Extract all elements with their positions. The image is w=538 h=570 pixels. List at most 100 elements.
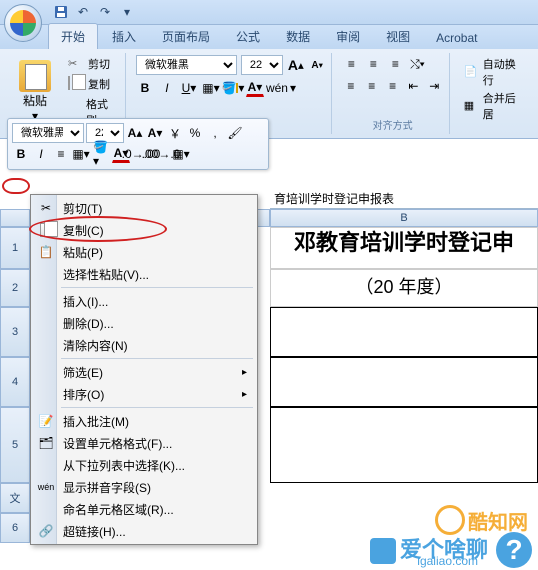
pinyin-button[interactable]: wén [268,79,286,97]
mini-bold[interactable]: B [12,145,30,163]
cell-b1[interactable]: 邓教育培训学时登记申 [270,227,538,269]
mini-percent[interactable]: % [186,124,204,142]
mini-decrease-font[interactable]: A▾ [146,124,164,142]
mini-fill-color[interactable]: 🪣▾ [92,145,110,163]
select-all-corner[interactable] [0,209,30,227]
copy-button[interactable]: 复制 [64,75,119,93]
mini-inc-decimal[interactable]: .00→.0 [152,145,170,163]
mini-italic[interactable]: I [32,145,50,163]
row-header-pinyin[interactable]: 文 [0,483,30,513]
tab-review[interactable]: 审阅 [324,24,372,49]
ctx-filter[interactable]: 筛选(E)▸ [33,361,255,383]
align-middle-button[interactable]: ≡ [364,55,382,73]
tab-insert[interactable]: 插入 [100,24,148,49]
tab-page-layout[interactable]: 页面布局 [150,24,222,49]
tab-data[interactable]: 数据 [274,24,322,49]
cell-b4[interactable] [270,357,538,407]
merge-label: 合并后居 [483,90,524,122]
cut-label: 剪切 [88,56,110,72]
wrap-icon: 📄 [464,65,479,79]
row-header-2[interactable]: 2 [0,269,30,307]
ctx-paste-special[interactable]: 选择性粘贴(V)... [33,263,255,285]
context-menu: ✂剪切(T) 复制(C) 📋粘贴(P) 选择性粘贴(V)... 插入(I)...… [30,194,258,545]
ctx-hyperlink-label: 超链接(H)... [63,523,126,540]
tab-view[interactable]: 视图 [374,24,422,49]
increase-font-button[interactable]: A▴ [287,56,305,74]
ctx-delete[interactable]: 删除(D)... [33,312,255,334]
wrap-text-button[interactable]: 📄自动换行 [460,55,528,89]
ctx-show-pinyin[interactable]: wén显示拼音字段(S) [33,476,255,498]
decrease-indent-button[interactable]: ⇤ [405,77,422,95]
font-color-button[interactable]: A▾ [246,79,264,97]
cell-b2[interactable]: （20 年度） [270,269,538,307]
col-header-b[interactable]: B [270,209,538,227]
row-header-1[interactable]: 1 [0,227,30,269]
tab-formulas[interactable]: 公式 [224,24,272,49]
bold-button[interactable]: B [136,79,154,97]
orientation-button[interactable]: ⤭▾ [408,55,426,73]
kuzhi-logo-icon [435,505,465,535]
align-bottom-button[interactable]: ≡ [386,55,404,73]
kuzhi-text: 酷知网 [468,506,528,535]
ribbon-tabs: 开始 插入 页面布局 公式 数据 审阅 视图 Acrobat [0,25,538,49]
tab-acrobat[interactable]: Acrobat [424,27,489,49]
redo-icon[interactable]: ↷ [96,3,114,21]
align-left-button[interactable]: ≡ [342,77,359,95]
row-header-3[interactable]: 3 [0,307,30,357]
cell-b5[interactable] [270,407,538,483]
brush-icon [68,105,82,119]
ctx-pick-list[interactable]: 从下拉列表中选择(K)... [33,454,255,476]
align-center-button[interactable]: ≡ [363,77,380,95]
ctx-format-cells[interactable]: 🗂设置单元格格式(F)... [33,432,255,454]
qat-dropdown-icon[interactable]: ▾ [118,3,136,21]
row-header-4[interactable]: 4 [0,357,30,407]
mini-comma[interactable]: , [206,124,224,142]
ctx-clear[interactable]: 清除内容(N) [33,334,255,356]
merge-center-button[interactable]: ▦ 合并后居 [460,89,528,123]
border-button[interactable]: ▦▾ [202,79,220,97]
ctx-paste[interactable]: 📋粘贴(P) [33,241,255,263]
save-icon[interactable] [52,3,70,21]
font-size-select[interactable]: 22 [241,55,283,75]
ctx-insert-comment[interactable]: 📝插入批注(M) [33,410,255,432]
italic-button[interactable]: I [158,79,176,97]
mini-align-center[interactable]: ≡ [52,145,70,163]
ctx-format-label: 设置单元格格式(F)... [63,435,172,452]
align-right-button[interactable]: ≡ [384,77,401,95]
ctx-paste-special-label: 选择性粘贴(V)... [63,266,149,283]
ctx-sort[interactable]: 排序(O)▸ [33,383,255,405]
scissors-icon: ✂ [68,57,84,71]
wrap-merge-group: 📄自动换行 ▦ 合并后居 [454,53,534,134]
ctx-insert-label: 插入(I)... [63,293,108,310]
cut-button[interactable]: ✂ 剪切 [64,55,119,73]
formula-input[interactable] [270,192,538,206]
title-bar: ↶ ↷ ▾ [0,0,538,25]
undo-icon[interactable]: ↶ [74,3,92,21]
mini-font-name[interactable]: 微软雅黑 [12,123,84,143]
copy-icon [68,77,84,91]
font-name-select[interactable]: 微软雅黑 [136,55,237,75]
merge-icon: ▦ [464,99,479,113]
mini-border[interactable]: ▦▾ [72,145,90,163]
mini-merge[interactable]: ▦▾ [172,145,190,163]
ctx-name-range[interactable]: 命名单元格区域(R)... [33,498,255,520]
tab-home[interactable]: 开始 [48,23,98,49]
decrease-font-button[interactable]: A▾ [309,56,326,74]
mini-currency[interactable]: ￥ [166,124,184,142]
ctx-insert[interactable]: 插入(I)... [33,290,255,312]
ctx-cut[interactable]: ✂剪切(T) [33,197,255,219]
align-top-button[interactable]: ≡ [342,55,360,73]
increase-indent-button[interactable]: ⇥ [426,77,443,95]
mini-brush-icon[interactable]: 🖌 [226,124,244,142]
row-header-6[interactable]: 6 [0,513,30,543]
bucket-icon: 🪣 [221,81,236,95]
underline-button[interactable]: U▾ [180,79,198,97]
cell-b3[interactable] [270,307,538,357]
copy-label: 复制 [88,76,110,92]
fill-color-button[interactable]: 🪣▾ [224,79,242,97]
office-button[interactable] [4,4,42,42]
ctx-hyperlink[interactable]: 🔗超链接(H)... [33,520,255,542]
mini-increase-font[interactable]: A▴ [126,124,144,142]
chevron-right-icon: ▸ [242,367,247,378]
row-header-5[interactable]: 5 [0,407,30,483]
